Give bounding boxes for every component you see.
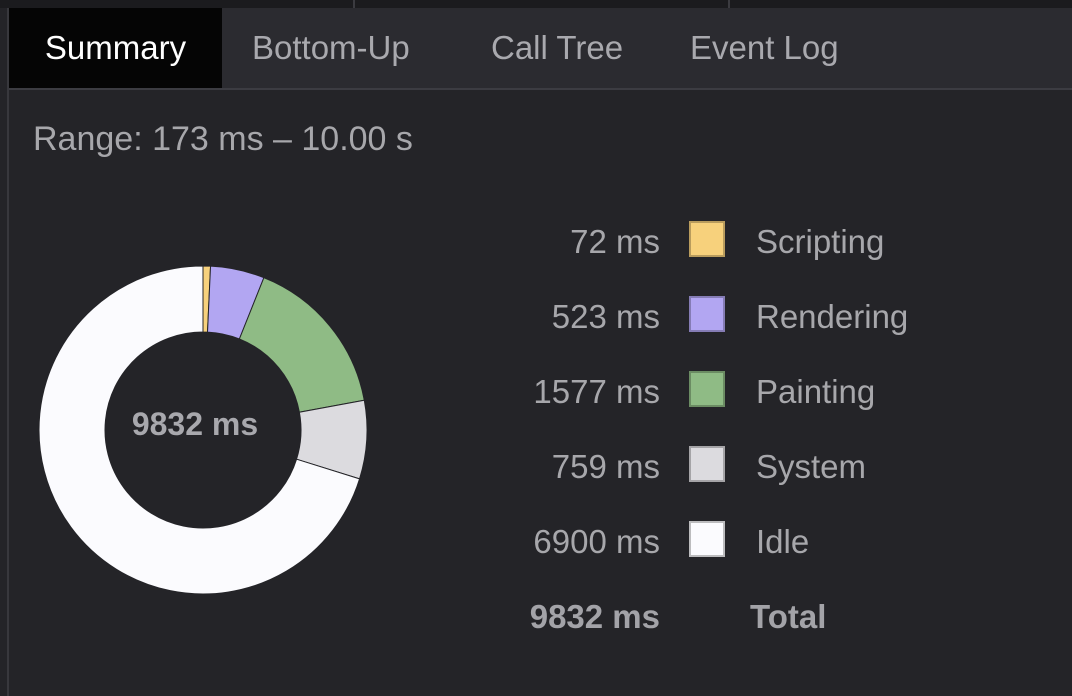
legend-swatch xyxy=(689,521,725,557)
tab-summary[interactable]: Summary xyxy=(9,8,222,88)
donut-total-label: 9832 ms xyxy=(131,406,259,442)
legend-value: 72 ms xyxy=(570,223,660,260)
top-toolbar-strip xyxy=(0,0,1072,8)
legend-value: 1577 ms xyxy=(533,373,660,410)
legend-label: System xyxy=(756,448,867,485)
legend-row-scripting: 72 ms Scripting xyxy=(450,217,1010,267)
legend-swatch xyxy=(689,371,725,407)
legend-row-idle: 6900 ms Idle xyxy=(450,517,1010,567)
legend-value: 759 ms xyxy=(551,448,660,485)
toolbar-divider xyxy=(353,0,355,8)
legend-row-rendering: 523 ms Rendering xyxy=(450,292,1010,342)
legend-total-label: Total xyxy=(750,598,827,635)
tab-call-tree[interactable]: Call Tree xyxy=(491,8,623,88)
legend-label: Painting xyxy=(756,373,876,410)
legend-row-total: 9832 ms Total xyxy=(450,592,1010,642)
donut-slice-painting xyxy=(238,277,365,413)
range-label: Range: 173 ms – 10.00 s xyxy=(33,120,413,158)
legend-swatch xyxy=(689,446,725,482)
legend-row-painting: 1577 ms Painting xyxy=(450,367,1010,417)
legend-value: 6900 ms xyxy=(533,523,660,560)
legend-swatch xyxy=(689,296,725,332)
tab-bottom-up[interactable]: Bottom-Up xyxy=(252,8,410,88)
legend-label: Scripting xyxy=(756,223,885,260)
tab-event-log[interactable]: Event Log xyxy=(690,8,839,88)
legend-swatch xyxy=(689,221,725,257)
legend-total-value: 9832 ms xyxy=(529,598,660,635)
legend-label: Rendering xyxy=(756,298,909,335)
tab-bar: Summary Bottom-Up Call Tree Event Log xyxy=(9,8,1072,90)
legend-label: Idle xyxy=(756,523,810,560)
legend-row-system: 759 ms System xyxy=(450,442,1010,492)
legend-value: 523 ms xyxy=(551,298,660,335)
toolbar-divider xyxy=(728,0,730,8)
